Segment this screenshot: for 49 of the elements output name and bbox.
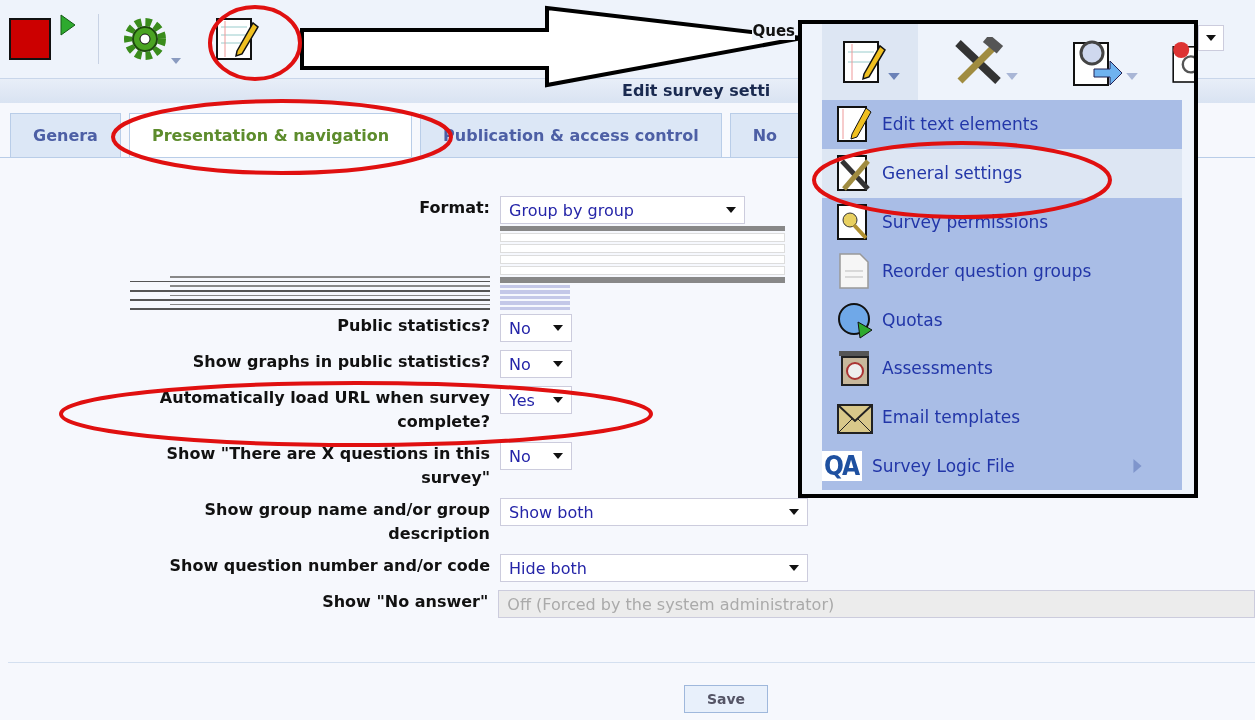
setting-label: Show "There are X questions in this survey" — [165, 443, 490, 489]
menu-item[interactable]: Survey permissions — [822, 197, 1182, 247]
save-button[interactable]: Save — [684, 685, 768, 713]
setting-label: Show question number and/or code — [168, 555, 490, 577]
menu-item[interactable]: Quotas — [822, 295, 1182, 344]
toolbar-label: Ques — [752, 22, 795, 40]
tab[interactable]: Presentation & navigation — [128, 113, 413, 157]
gear-icon[interactable] — [121, 15, 169, 63]
caret-icon — [553, 325, 563, 331]
notepad-pencil-icon — [836, 104, 874, 145]
caret-icon — [789, 509, 799, 515]
dropdown[interactable]: Hide both — [500, 554, 808, 582]
caret-icon — [553, 453, 563, 459]
menu-item[interactable]: QA Survey Logic File — [822, 441, 1182, 491]
page-title: Edit survey setti — [622, 81, 771, 100]
setting-label: Show "No answer" — [321, 591, 489, 613]
top-right-dropdown[interactable] — [1198, 25, 1224, 51]
setting-label: Format: — [418, 197, 490, 219]
caret-icon — [888, 73, 900, 80]
dropdown[interactable]: No — [500, 442, 572, 470]
caret-icon — [726, 207, 736, 213]
setting-label: Show graphs in public statistics? — [191, 351, 490, 373]
menu-item[interactable]: General settings — [822, 148, 1182, 198]
caret-icon — [553, 361, 563, 367]
setting-label: Show group name and/or group description — [203, 499, 490, 545]
menu-item[interactable]: Assessments — [822, 344, 1182, 393]
menu-item[interactable]: Edit text elements — [822, 100, 1182, 149]
menu-item[interactable]: Reorder question groups — [822, 246, 1182, 296]
caret-icon — [553, 397, 563, 403]
notepad-pencil-icon[interactable] — [215, 15, 259, 63]
caret-icon — [1126, 73, 1138, 80]
setting-label: Automatically load URL when survey complete? — [158, 387, 490, 433]
disabled-field: Off (Forced by the system administrator) — [498, 590, 1255, 618]
qa-logo: QA — [822, 450, 862, 481]
chevron-right-icon — [1133, 458, 1142, 473]
dropdown[interactable]: No — [500, 314, 572, 342]
stop-icon[interactable] — [8, 17, 52, 61]
menu-item[interactable]: Email templates — [822, 392, 1182, 442]
caret-icon — [1006, 73, 1018, 80]
play-icon[interactable] — [60, 14, 76, 36]
tab[interactable]: No — [729, 113, 800, 157]
setting-label: Public statistics? — [336, 315, 490, 337]
dropdown[interactable]: No — [500, 350, 572, 378]
caret-icon — [171, 58, 181, 64]
tab[interactable]: Genera — [10, 113, 121, 157]
dropdown[interactable]: Group by group — [500, 196, 745, 224]
caret-icon — [789, 565, 799, 571]
caret-icon — [1206, 35, 1216, 41]
dropdown[interactable]: Show both — [500, 498, 808, 526]
